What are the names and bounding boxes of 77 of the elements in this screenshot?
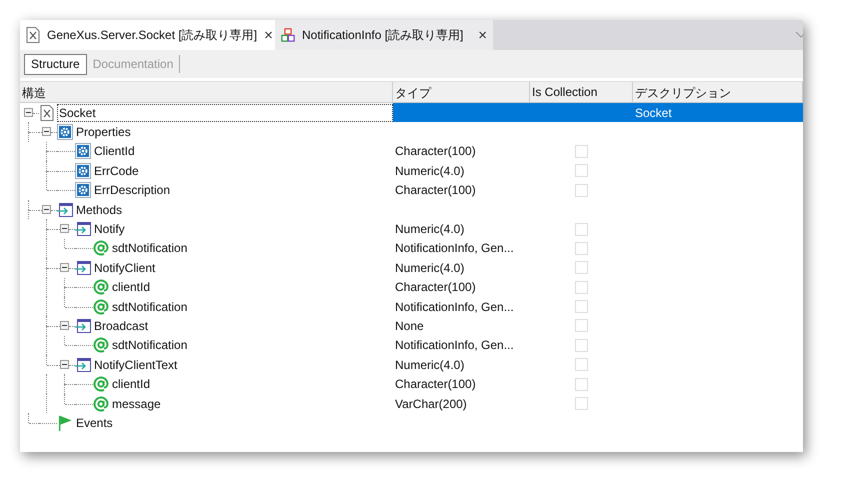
tab-title: GeneXus.Server.Socket [読み取り専用]: [47, 26, 258, 44]
tree-item[interactable]: ErrCode: [93, 162, 140, 179]
tree-item[interactable]: Notify: [93, 221, 126, 238]
collection-checkbox[interactable]: [575, 338, 588, 352]
collection-checkbox[interactable]: [575, 222, 588, 236]
collection-checkbox[interactable]: [575, 378, 588, 391]
gear-icon: [57, 124, 73, 140]
type-text: NotificationInfo, Gen...: [395, 241, 514, 256]
at-sign-icon: [93, 279, 109, 296]
tree-item[interactable]: clientId: [111, 376, 152, 392]
collection-checkbox[interactable]: [575, 319, 588, 332]
type-text: Character(100): [395, 183, 476, 198]
at-sign-icon: [93, 240, 109, 256]
tree-item[interactable]: clientId: [111, 279, 152, 296]
type-text: Character(100): [395, 280, 476, 294]
close-icon[interactable]: ×: [264, 26, 273, 44]
method-icon: [75, 318, 91, 334]
collapse-icon[interactable]: [60, 263, 69, 272]
collapse-icon[interactable]: [42, 127, 51, 136]
tab-title: NotificationInfo [読み取り専用]: [302, 26, 464, 44]
collapse-icon[interactable]: [24, 108, 33, 117]
blocks-icon: [281, 27, 295, 43]
gear-icon: [75, 182, 91, 198]
document-icon: [26, 27, 40, 43]
collection-checkbox[interactable]: [575, 184, 588, 197]
at-sign-icon: [93, 298, 109, 315]
collapse-icon[interactable]: [42, 204, 51, 214]
collapse-icon[interactable]: [60, 224, 69, 234]
view-tab[interactable]: Structure: [24, 54, 87, 74]
description-text: Socket: [635, 106, 672, 120]
tree-item[interactable]: sdtNotification: [111, 337, 188, 354]
tree-item[interactable]: Methods: [75, 202, 124, 218]
collection-checkbox[interactable]: [575, 358, 588, 372]
document-tab[interactable]: GeneXus.Server.Socket [読み取り専用] ×: [20, 20, 275, 50]
method-icon: [57, 202, 73, 218]
tree-item[interactable]: sdtNotification: [111, 240, 188, 256]
at-sign-icon: [93, 337, 109, 354]
collection-checkbox[interactable]: [575, 300, 588, 314]
document-icon: [39, 104, 55, 121]
type-text: Numeric(4.0): [395, 222, 464, 236]
type-text: VarChar(200): [395, 396, 467, 411]
tree-item[interactable]: ErrDescription: [93, 182, 172, 198]
at-sign-icon: [93, 376, 109, 392]
tree-item[interactable]: Socket: [57, 104, 393, 122]
collapse-icon[interactable]: [60, 321, 69, 330]
tree-item[interactable]: Properties: [75, 124, 132, 140]
flag-icon: [57, 414, 73, 431]
collection-checkbox[interactable]: [575, 261, 588, 274]
method-icon: [75, 356, 91, 373]
at-sign-icon: [93, 396, 109, 412]
document-tab[interactable]: NotificationInfo [読み取り専用] ×: [275, 20, 493, 50]
method-icon: [75, 260, 91, 276]
tree-item[interactable]: message: [111, 396, 162, 412]
tree-item[interactable]: Broadcast: [93, 318, 150, 334]
type-text: Numeric(4.0): [395, 260, 464, 275]
collection-checkbox[interactable]: [575, 164, 588, 178]
tree-item[interactable]: NotifyClientText: [93, 356, 178, 373]
type-text: Numeric(4.0): [395, 164, 464, 178]
type-text: Numeric(4.0): [395, 358, 464, 372]
tree-item[interactable]: ClientId: [93, 143, 136, 160]
collection-checkbox[interactable]: [575, 280, 588, 294]
tree-item[interactable]: Events: [75, 414, 114, 431]
tree-item[interactable]: sdtNotification: [111, 298, 188, 315]
type-text: Character(100): [395, 377, 476, 392]
collapse-icon[interactable]: [60, 360, 69, 370]
type-text: NotificationInfo, Gen...: [395, 338, 514, 352]
close-icon[interactable]: ×: [478, 26, 487, 44]
method-icon: [75, 221, 91, 238]
type-text: Character(100): [395, 144, 476, 158]
gear-icon: [75, 162, 91, 179]
gear-icon: [75, 143, 91, 160]
collection-checkbox[interactable]: [575, 397, 588, 410]
collection-checkbox[interactable]: [575, 242, 588, 255]
type-text: None: [395, 318, 424, 333]
collection-checkbox[interactable]: [575, 144, 588, 158]
type-text: NotificationInfo, Gen...: [395, 300, 514, 314]
tree-item[interactable]: NotifyClient: [93, 260, 156, 276]
